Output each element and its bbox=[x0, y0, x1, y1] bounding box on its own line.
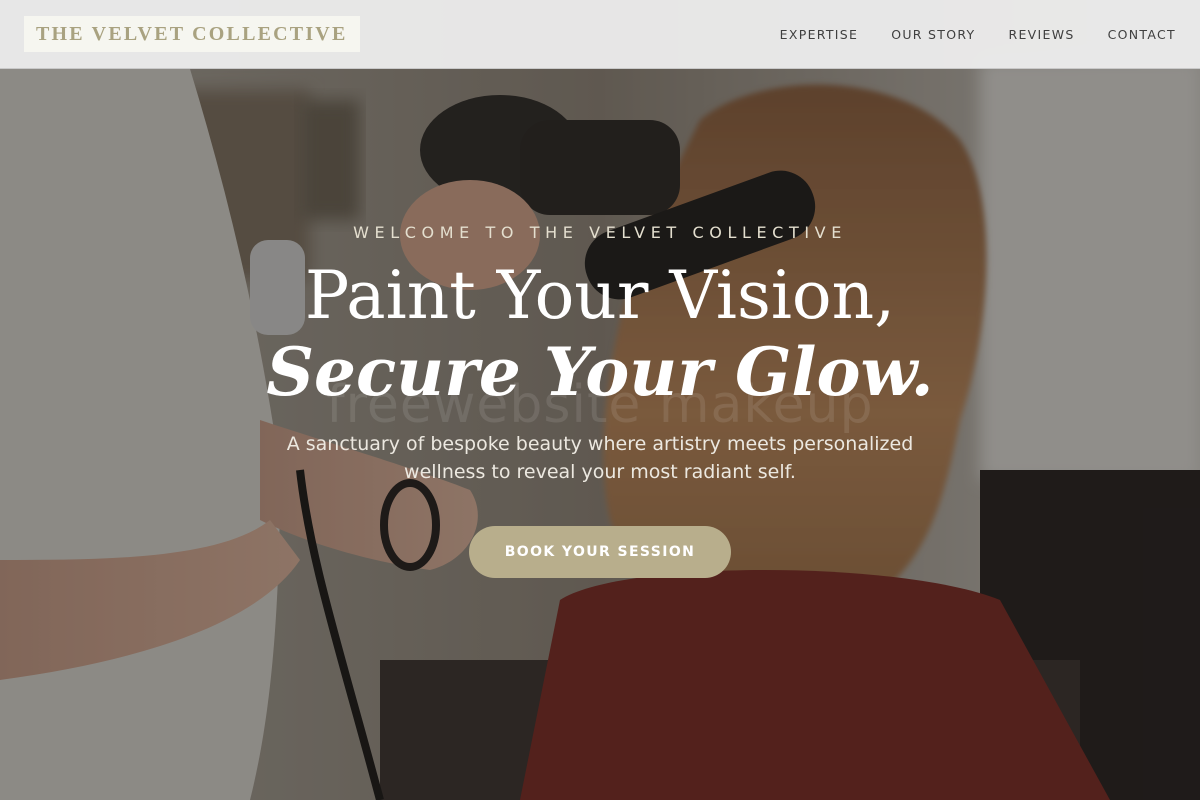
hero-eyebrow: WELCOME TO THE VELVET COLLECTIVE bbox=[353, 223, 847, 242]
hero-headline: Paint Your Vision, Secure Your Glow. bbox=[0, 257, 1200, 411]
book-session-button[interactable]: BOOK YOUR SESSION bbox=[469, 526, 731, 578]
hero-headline-line1: Paint Your Vision, bbox=[304, 257, 896, 334]
hero-section: WELCOME TO THE VELVET COLLECTIVE freeweb… bbox=[0, 0, 1200, 800]
hero-headline-line2: Secure Your Glow. bbox=[266, 333, 934, 411]
hero-subtext: A sanctuary of bespoke beauty where arti… bbox=[286, 433, 914, 483]
